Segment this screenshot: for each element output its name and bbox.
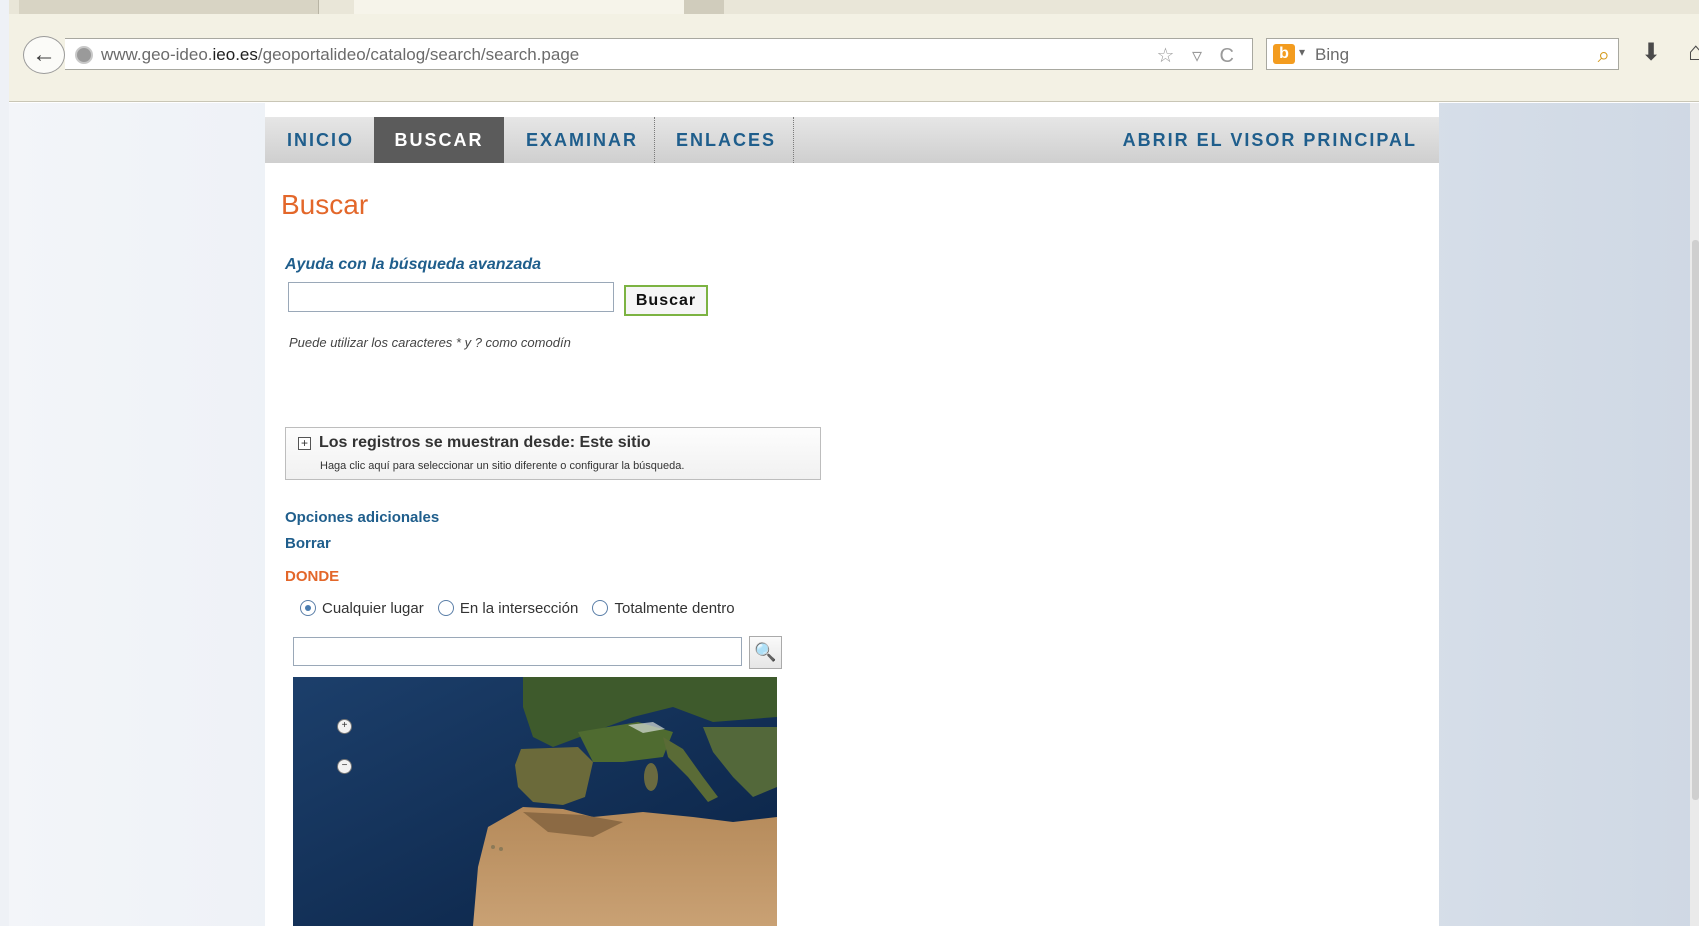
radio-intersection[interactable]	[437, 600, 454, 616]
magnifier-icon[interactable]: ⌕	[1598, 42, 1610, 68]
search-sites-panel[interactable]: + Los registros se muestran desde: Este …	[285, 427, 821, 480]
where-label: DONDE	[285, 568, 340, 585]
zoom-out-button[interactable]: −	[337, 759, 352, 774]
radio-label[interactable]: Totalmente dentro	[614, 600, 734, 617]
main-nav: INICIO BUSCAR EXAMINAR ENLACES ABRIR EL …	[265, 117, 1439, 163]
home-icon[interactable]: ⌂	[1688, 36, 1699, 67]
zoom-in-button[interactable]: +	[337, 719, 352, 734]
browser-toolbar: ← www.geo-ideo.ieo.es/geoportalideo/cata…	[9, 14, 1699, 102]
search-engine-placeholder: Bing	[1315, 45, 1350, 64]
nav-divider	[793, 117, 794, 163]
nav-item-buscar[interactable]: BUSCAR	[374, 117, 504, 163]
page-content: INICIO BUSCAR EXAMINAR ENLACES ABRIR EL …	[265, 103, 1439, 926]
spatial-filter-options: Cualquier lugar En la intersección Total…	[300, 600, 745, 617]
back-arrow-icon[interactable]: ←	[23, 36, 65, 74]
browser-search-bar[interactable]: b ▾ Bing ⌕	[1266, 38, 1619, 70]
radio-label[interactable]: En la intersección	[460, 600, 578, 617]
satellite-map-image	[293, 677, 777, 926]
nav-item-examinar[interactable]: EXAMINAR	[504, 117, 660, 163]
nav-item-inicio[interactable]: INICIO	[265, 117, 376, 163]
binoculars-icon[interactable]: 🔍	[749, 636, 782, 669]
bookmark-star-icon[interactable]: ☆ ▿ C	[1156, 43, 1240, 68]
url-text: www.geo-ideo.ieo.es/geoportalideo/catalo…	[101, 45, 580, 64]
open-viewer-link[interactable]: ABRIR EL VISOR PRINCIPAL	[1101, 117, 1439, 163]
new-tab-button[interactable]	[684, 0, 724, 14]
clear-link[interactable]: Borrar	[285, 535, 331, 552]
url-domain: ieo.es	[212, 45, 258, 64]
download-icon[interactable]: ⬇	[1641, 38, 1661, 67]
place-search-input[interactable]	[293, 637, 742, 666]
page-title: Buscar	[281, 189, 369, 220]
browser-tab[interactable]	[19, 0, 319, 14]
chevron-down-icon[interactable]: ▾	[1299, 45, 1305, 59]
browser-tab-active[interactable]	[354, 0, 684, 14]
bing-logo[interactable]: b	[1273, 44, 1295, 64]
additional-options-link[interactable]: Opciones adicionales	[285, 509, 439, 526]
scrollbar-thumb[interactable]	[1692, 240, 1699, 800]
nav-item-enlaces[interactable]: ENLACES	[654, 117, 798, 163]
wildcard-hint: Puede utilizar los caracteres * y ? como…	[289, 335, 571, 350]
search-button[interactable]: Buscar	[624, 285, 708, 316]
radio-anywhere[interactable]	[300, 600, 316, 616]
tab-strip	[9, 0, 1699, 14]
radio-label[interactable]: Cualquier lugar	[322, 600, 424, 617]
sites-subtitle[interactable]: Haga clic aquí para seleccionar un sitio…	[320, 460, 684, 472]
radio-fully-within[interactable]	[592, 600, 609, 616]
search-input[interactable]	[288, 282, 614, 312]
address-bar[interactable]: www.geo-ideo.ieo.es/geoportalideo/catalo…	[65, 38, 1253, 70]
expand-icon[interactable]: +	[298, 437, 311, 450]
map-view[interactable]: + −	[293, 677, 777, 926]
window-frame	[0, 0, 9, 926]
globe-icon	[75, 46, 93, 64]
sites-title: Los registros se muestran desde: Este si…	[319, 434, 651, 451]
advanced-search-help-link[interactable]: Ayuda con la búsqueda avanzada	[285, 256, 541, 274]
